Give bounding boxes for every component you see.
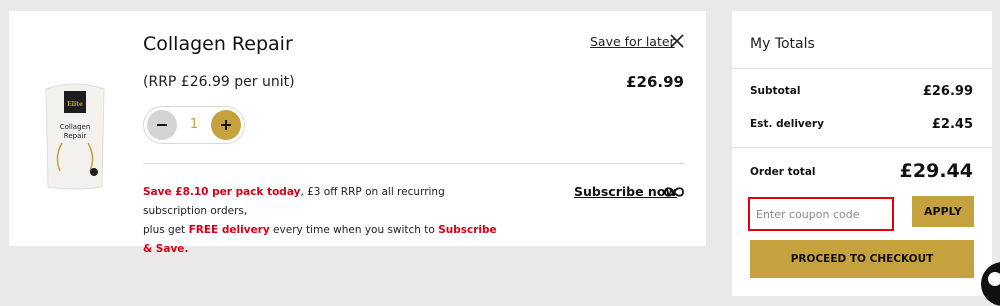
svg-text:Collagen: Collagen <box>60 123 91 131</box>
proceed-to-checkout-button[interactable]: PROCEED TO CHECKOUT <box>750 240 974 278</box>
subscribe-now-link[interactable]: Subscribe now <box>574 184 677 199</box>
increase-quantity-button[interactable] <box>211 110 241 140</box>
delivery-value: £2.45 <box>931 117 973 132</box>
order-total-label: Order total <box>750 166 816 178</box>
order-totals-panel: My Totals Subtotal £26.99 Est. delivery … <box>732 11 992 296</box>
rrp-price: (RRP £26.99 per unit) <box>143 74 295 90</box>
divider <box>732 147 992 148</box>
subscription-loop-icon[interactable] <box>663 186 685 198</box>
totals-title: My Totals <box>750 36 815 52</box>
product-image[interactable]: Elite Collagen Repair <box>44 79 106 191</box>
product-title[interactable]: Collagen Repair <box>143 33 293 55</box>
item-price: £26.99 <box>626 73 684 91</box>
chat-bubble-inner <box>988 272 1000 286</box>
apply-coupon-button[interactable]: APPLY <box>912 196 974 227</box>
cart-item-card: Elite Collagen Repair Collagen Repair Sa… <box>9 11 706 255</box>
quantity-stepper: 1 <box>143 106 245 144</box>
svg-text:Repair: Repair <box>64 132 87 140</box>
close-icon[interactable] <box>669 33 685 49</box>
coupon-code-input[interactable] <box>748 197 894 231</box>
subtotal-value: £26.99 <box>922 84 973 99</box>
order-total-value: £29.44 <box>899 160 973 182</box>
plus-icon <box>221 120 231 130</box>
divider <box>732 68 992 69</box>
subscription-promo-text: Save £8.10 per pack today, £3 off RRP on… <box>143 186 497 255</box>
save-for-later-link[interactable]: Save for later <box>590 34 675 49</box>
svg-text:Elite: Elite <box>67 101 83 108</box>
subtotal-label: Subtotal <box>750 85 801 97</box>
delivery-label: Est. delivery <box>750 118 824 130</box>
divider <box>143 163 685 164</box>
